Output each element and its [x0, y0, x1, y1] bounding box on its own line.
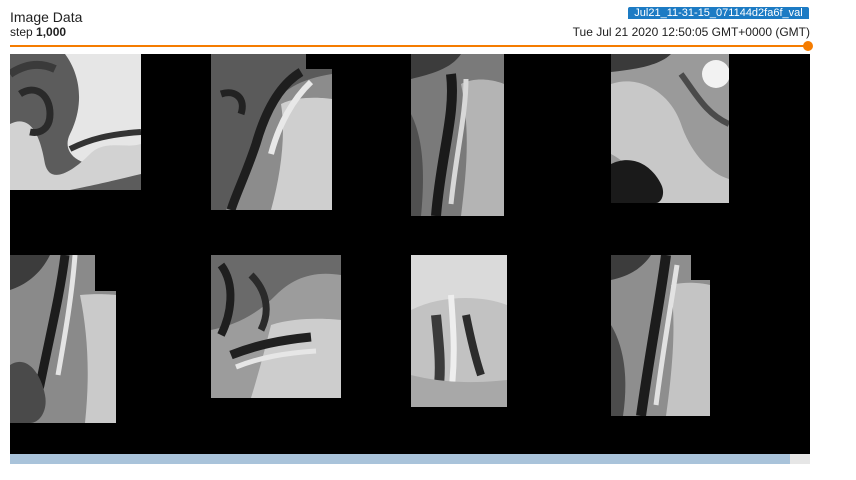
horizontal-scrollbar[interactable] — [10, 454, 810, 464]
mri-slice-8 — [611, 255, 710, 416]
step-slider-thumb[interactable] — [803, 41, 813, 51]
mri-slice-6 — [211, 255, 341, 398]
image-grid-canvas — [10, 54, 810, 454]
run-name-badge: Jul21_11-31-15_071144d2fa6f_val — [628, 7, 809, 19]
mri-slice-7 — [411, 255, 507, 407]
step-slider-track[interactable] — [10, 45, 807, 47]
step-value: 1,000 — [36, 25, 67, 39]
mri-slice-4 — [611, 54, 729, 203]
mri-slice-1 — [10, 54, 141, 190]
scrollbar-thumb[interactable] — [10, 454, 790, 464]
mri-slice-3 — [411, 54, 504, 216]
mri-slice-2 — [211, 54, 332, 210]
card-title: Image Data — [10, 9, 83, 25]
step-label: step — [10, 25, 33, 39]
step-indicator: step 1,000 — [10, 25, 66, 39]
timestamp: Tue Jul 21 2020 12:50:05 GMT+0000 (GMT) — [572, 25, 810, 39]
mri-slice-5 — [10, 255, 116, 423]
